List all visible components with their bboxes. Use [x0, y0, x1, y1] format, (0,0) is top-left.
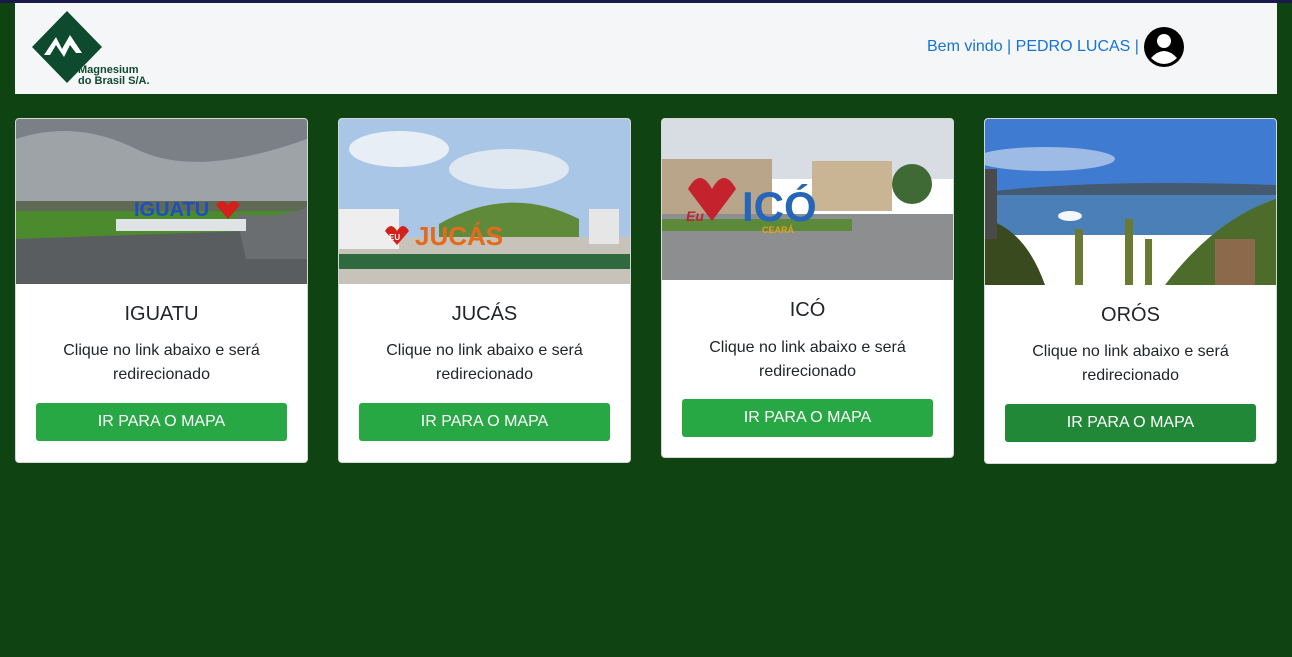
card-description: Clique no link abaixo e será redireciona… — [63, 342, 260, 383]
iguatu-sign: IGUATU — [134, 199, 209, 221]
go-to-map-button[interactable]: IR PARA O MAPA — [359, 403, 610, 441]
city-card-iguatu: IGUATU IGUATU Clique no link abaixo e se… — [15, 118, 308, 463]
welcome-text: Bem vindo | PEDRO LUCAS | — [927, 38, 1139, 56]
brand-name: Magnesium do Brasil S/A. — [78, 65, 150, 87]
jucas-photo: EU JUCÁS — [339, 119, 630, 284]
card-title: JUCÁS — [451, 303, 518, 325]
go-to-map-button[interactable]: IR PARA O MAPA — [682, 399, 933, 437]
card-description: Clique no link abaixo e será redireciona… — [709, 339, 906, 380]
welcome-label: Bem vindo | — [927, 38, 1016, 55]
city-card-oros: ORÓS Clique no link abaixo e será redire… — [984, 118, 1277, 464]
go-to-map-button[interactable]: IR PARA O MAPA — [1005, 404, 1256, 442]
ico-photo: Eu ICÓ CEARÁ — [662, 119, 953, 280]
city-card-ico: Eu ICÓ CEARÁ ICÓ Clique no link abaixo e… — [661, 118, 954, 458]
city-card-jucas: EU JUCÁS JUCÁS Clique no link abaixo e s… — [338, 118, 631, 463]
ico-sign-prefix: Eu — [686, 208, 704, 224]
brand-line-2: do Brasil S/A. — [78, 75, 150, 87]
iguatu-photo: IGUATU — [16, 119, 307, 284]
go-to-map-button[interactable]: IR PARA O MAPA — [36, 403, 287, 441]
card-description: Clique no link abaixo e será redireciona… — [386, 342, 583, 383]
header: Magnesium do Brasil S/A. Bem vindo | PED… — [15, 3, 1277, 94]
card-description: Clique no link abaixo e será redireciona… — [1032, 343, 1229, 384]
card-title: ORÓS — [1101, 304, 1160, 326]
separator: | — [1130, 38, 1139, 55]
user-circle-icon[interactable] — [1143, 26, 1185, 68]
jucas-sign: JUCÁS — [415, 221, 503, 251]
card-title: ICÓ — [789, 299, 826, 321]
card-title: IGUATU — [124, 303, 199, 325]
user-name-link[interactable]: PEDRO LUCAS — [1016, 38, 1131, 55]
ico-sign: ICÓ — [742, 182, 817, 230]
ico-sign-sub: CEARÁ — [762, 225, 795, 235]
oros-photo — [985, 119, 1276, 285]
jucas-sign-prefix: EU — [389, 233, 400, 242]
